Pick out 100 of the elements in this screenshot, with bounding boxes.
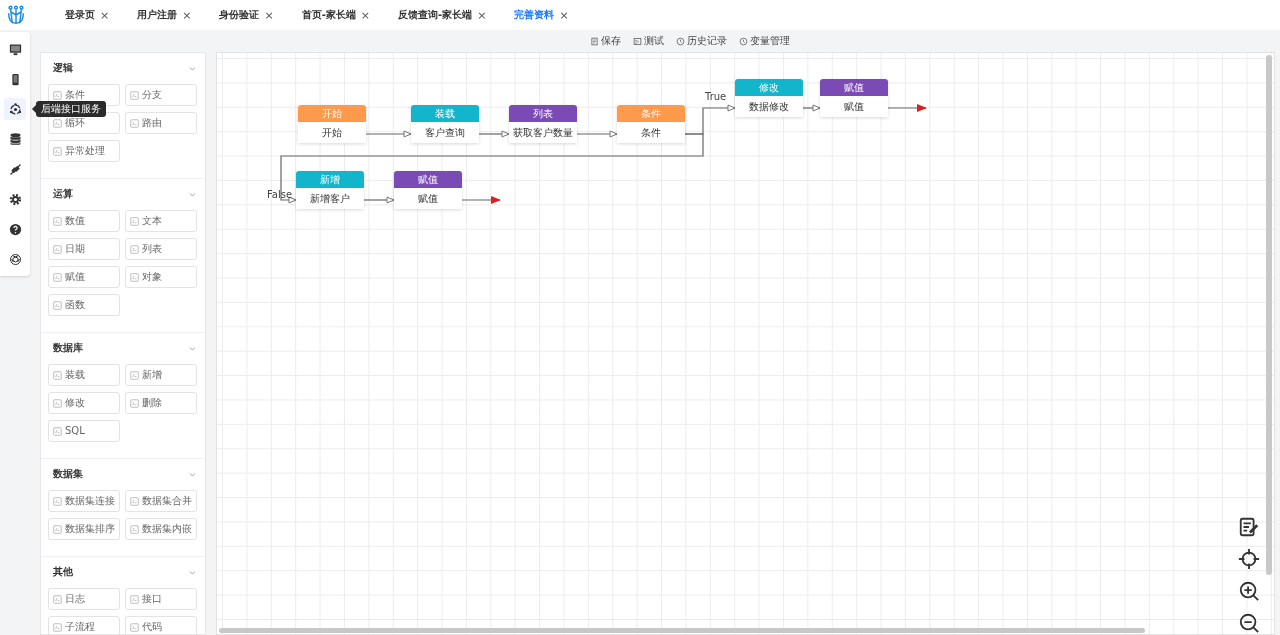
square-icon [130, 118, 139, 128]
toolbar-button[interactable]: 变量管理 [737, 34, 792, 48]
toolbar-button[interactable]: 保存 [588, 34, 623, 48]
palette-item[interactable]: 分支 [125, 84, 197, 106]
help-icon [7, 221, 23, 237]
palette-item[interactable]: 对象 [125, 266, 197, 288]
node-header: 赋值 [820, 79, 888, 96]
square-icon [130, 622, 139, 632]
close-icon[interactable]: × [264, 8, 274, 22]
palette-item[interactable]: 子流程 [48, 616, 120, 634]
palette-item[interactable]: 路由 [125, 112, 197, 134]
node-header: 装载 [411, 105, 479, 122]
node-label: 新增客户 [309, 191, 351, 206]
square-icon [130, 244, 139, 254]
crosshair-icon[interactable] [1238, 548, 1260, 570]
palette-item[interactable]: 列表 [125, 238, 197, 260]
end-arrow [461, 196, 501, 204]
edit-icon[interactable] [1238, 516, 1260, 538]
tab[interactable]: 首页-家长端 × [287, 0, 385, 30]
square-icon [130, 524, 139, 534]
flow-node[interactable]: 开始 开始 [298, 105, 366, 143]
palette-item[interactable]: 异常处理 [48, 140, 120, 162]
scrollbar[interactable] [1266, 55, 1272, 575]
palette-item[interactable]: 删除 [125, 392, 197, 414]
close-icon[interactable]: × [360, 8, 371, 22]
flow-node[interactable]: 新增 新增客户 [296, 171, 364, 209]
scrollbar[interactable] [219, 628, 1145, 633]
flow-node[interactable]: 修改 数据修改 [735, 79, 803, 117]
section-title: 数据库 [53, 341, 83, 355]
section-title: 数据集 [53, 467, 83, 481]
palette-item[interactable]: 数据集合并 [125, 490, 197, 512]
square-icon [53, 300, 62, 310]
node-header: 开始 [298, 105, 366, 122]
square-icon [130, 272, 139, 282]
section-title: 逻辑 [53, 61, 73, 75]
node-header: 列表 [509, 105, 577, 122]
zoom-in-icon[interactable] [1238, 580, 1260, 602]
node-label: 条件 [640, 125, 662, 140]
toolbar-button[interactable]: 测试 [631, 34, 666, 48]
palette-item[interactable]: 代码 [125, 616, 197, 634]
tab[interactable]: 完善资料 × [500, 0, 583, 30]
node-label: 数据修改 [748, 99, 790, 114]
node-label: 赋值 [417, 191, 439, 206]
network-icon [7, 101, 23, 117]
palette-item[interactable]: 新增 [125, 364, 197, 386]
settings-icon [7, 191, 23, 207]
section-title: 运算 [53, 187, 73, 201]
square-icon [53, 426, 62, 436]
palette-item[interactable]: 函数 [48, 294, 120, 316]
node-header: 修改 [735, 79, 803, 96]
document-icon [590, 36, 599, 46]
flow-node[interactable]: 赋值 赋值 [820, 79, 888, 117]
flow-node[interactable]: 赋值 赋值 [394, 171, 462, 209]
toolbar-button[interactable]: 历史记录 [674, 34, 729, 48]
square-icon [53, 118, 62, 128]
edge-label: False [267, 189, 293, 200]
node-header: 条件 [617, 105, 685, 122]
palette-item[interactable]: SQL [48, 420, 120, 442]
clock-icon [676, 36, 685, 46]
square-icon [53, 370, 62, 380]
square-icon [130, 496, 139, 506]
square-icon [53, 244, 62, 254]
close-icon[interactable]: × [182, 8, 192, 22]
close-icon[interactable]: × [559, 8, 569, 22]
palette-item[interactable]: 数据集连接 [48, 490, 120, 512]
palette-item[interactable]: 修改 [48, 392, 120, 414]
square-icon [130, 594, 139, 604]
palette-item[interactable]: 日志 [48, 588, 120, 610]
connector-arrow [802, 104, 821, 112]
palette-item[interactable]: 接口 [125, 588, 197, 610]
flow-node[interactable]: 列表 获取客户数量 [509, 105, 577, 143]
square-icon [130, 90, 139, 100]
end-arrow [887, 104, 927, 112]
palette-item[interactable]: 数据集内嵌 [125, 518, 197, 540]
rail-button[interactable] [4, 98, 26, 120]
palette-item[interactable]: 装载 [48, 364, 120, 386]
close-icon[interactable]: × [100, 8, 110, 22]
flow-node[interactable]: 装载 客户查询 [411, 105, 479, 143]
palette-item[interactable]: 数据集排序 [48, 518, 120, 540]
square-icon [130, 398, 139, 408]
node-label: 获取客户数量 [512, 125, 574, 140]
tab[interactable]: 反馈查询-家长端 × [384, 0, 501, 30]
flow-node[interactable]: 条件 条件 [617, 105, 685, 143]
palette-item[interactable]: 文本 [125, 210, 197, 232]
close-icon[interactable]: × [477, 8, 487, 22]
clock-icon [739, 36, 748, 46]
square-icon [53, 398, 62, 408]
tab[interactable]: 登录页 × [51, 0, 124, 30]
section-title: 其他 [53, 565, 73, 579]
palette-item[interactable]: 赋值 [48, 266, 120, 288]
zoom-out-icon[interactable] [1238, 612, 1260, 634]
tab[interactable]: 身份验证 × [205, 0, 288, 30]
square-icon [53, 594, 62, 604]
tab[interactable]: 用户注册 × [123, 0, 206, 30]
square-icon [53, 524, 62, 534]
palette-item[interactable]: 数值 [48, 210, 120, 232]
edge-label: True [705, 91, 727, 102]
palette-item[interactable]: 日期 [48, 238, 120, 260]
app-logo [5, 4, 27, 26]
square-icon [53, 272, 62, 282]
